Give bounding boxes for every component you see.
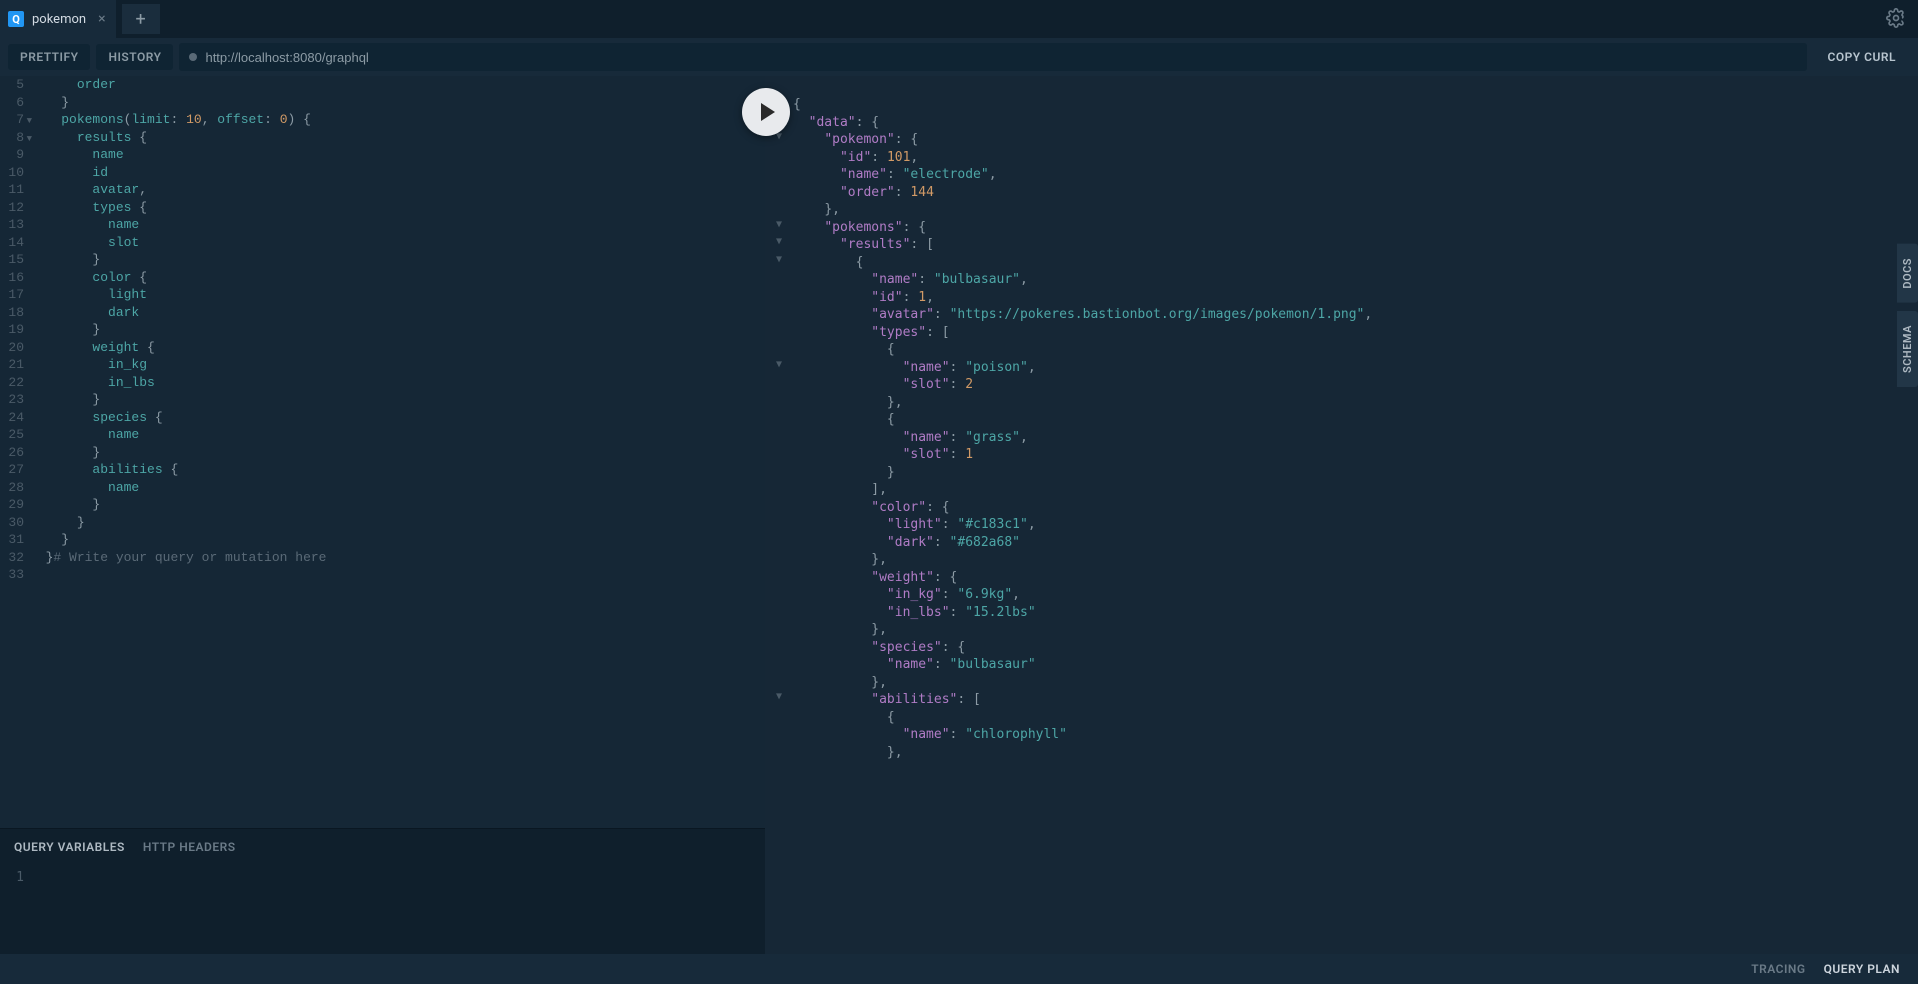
tab-bar: Q pokemon × +: [0, 0, 1918, 38]
vars-line-gutter: 1: [0, 864, 30, 954]
gear-icon[interactable]: [1886, 8, 1906, 32]
schema-tab[interactable]: SCHEMA: [1897, 311, 1918, 387]
result-code[interactable]: { "data": { "pokemon": { "id": 101, "nam…: [793, 76, 1918, 954]
endpoint-input[interactable]: [205, 50, 1797, 65]
play-icon: [761, 103, 775, 121]
vars-editor[interactable]: 1: [0, 864, 765, 954]
query-variables-tab[interactable]: QUERY VARIABLES: [14, 840, 125, 854]
footer-tabs: TRACING QUERY PLAN: [1733, 954, 1918, 984]
endpoint-field[interactable]: [179, 43, 1807, 71]
toolbar: PRETTIFY HISTORY COPY CURL: [0, 38, 1918, 76]
execute-button[interactable]: [742, 88, 790, 136]
main-panes: 567▼8▼9101112131415161718192021222324252…: [0, 76, 1918, 954]
prettify-button[interactable]: PRETTIFY: [8, 44, 90, 70]
add-tab-button[interactable]: +: [122, 4, 160, 34]
query-pane: 567▼8▼9101112131415161718192021222324252…: [0, 76, 765, 954]
query-plan-tab[interactable]: QUERY PLAN: [1824, 962, 1900, 976]
result-pane: ▼▼▼▼▼▼▼▼ { "data": { "pokemon": { "id": …: [765, 76, 1918, 954]
tracing-tab[interactable]: TRACING: [1751, 962, 1805, 976]
tab-pokemon[interactable]: Q pokemon ×: [0, 0, 116, 38]
docs-tab[interactable]: DOCS: [1897, 244, 1918, 303]
tab-title: pokemon: [32, 12, 86, 27]
endpoint-status-icon: [189, 53, 197, 61]
history-button[interactable]: HISTORY: [96, 44, 173, 70]
close-icon[interactable]: ×: [98, 11, 105, 27]
http-headers-tab[interactable]: HTTP HEADERS: [143, 840, 236, 854]
result-fold-gutter[interactable]: ▼▼▼▼▼▼▼▼: [765, 76, 793, 954]
copy-curl-button[interactable]: COPY CURL: [1813, 50, 1910, 64]
vars-code[interactable]: [30, 864, 765, 954]
tab-app-icon: Q: [8, 11, 24, 27]
query-editor[interactable]: 567▼8▼9101112131415161718192021222324252…: [0, 76, 765, 828]
side-tabs: DOCS SCHEMA: [1897, 244, 1918, 387]
query-line-gutter: 567▼8▼9101112131415161718192021222324252…: [0, 76, 30, 828]
query-code[interactable]: order } pokemons(limit: 10, offset: 0) {…: [30, 76, 765, 828]
vars-header: QUERY VARIABLES HTTP HEADERS: [0, 828, 765, 864]
